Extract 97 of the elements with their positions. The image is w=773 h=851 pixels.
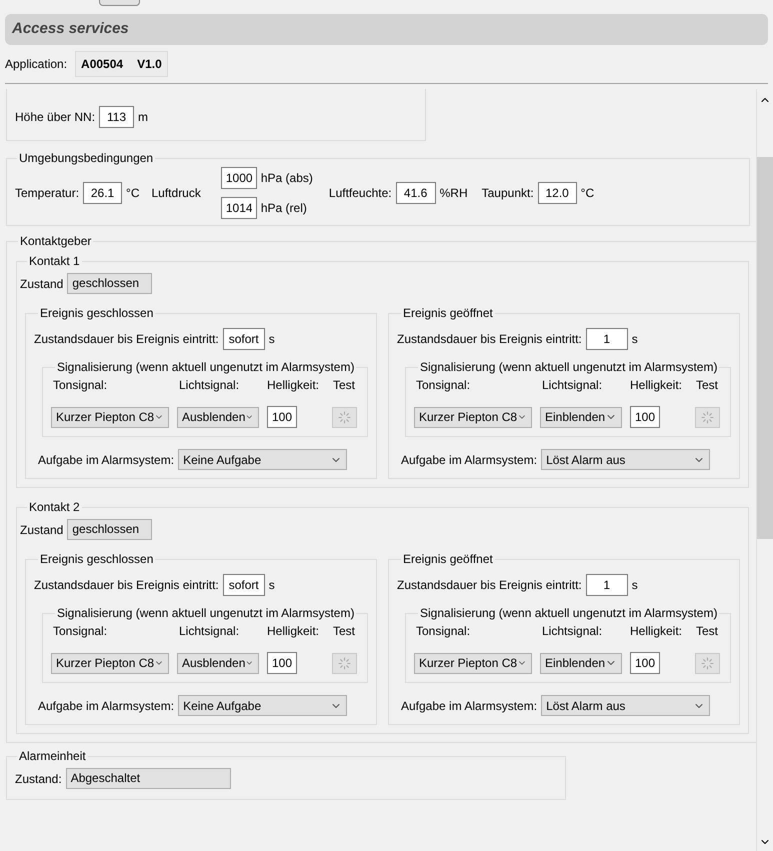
unit-label: s <box>632 577 638 594</box>
loader-icon <box>338 656 350 670</box>
column-label: Test <box>332 377 356 394</box>
test-button[interactable] <box>332 406 356 428</box>
brightness-field[interactable]: 100 <box>630 652 660 674</box>
field-label: Aufgabe im Alarmsystem: <box>401 698 538 714</box>
unit-label: hPa (abs) <box>260 170 313 187</box>
dropdown[interactable]: Kurzer Piepton C8 <box>414 406 532 428</box>
field-label: Luftdruck <box>152 185 201 202</box>
column-label: Helligkeit: <box>630 377 684 394</box>
dropdown[interactable]: Ausblenden <box>177 406 259 428</box>
test-button[interactable] <box>694 652 720 674</box>
group-title: Umgebungsbedingungen <box>18 150 154 167</box>
group-title: Signalisierung (wenn aktuell ungenutzt im Alarmsystem) <box>419 605 718 622</box>
brightness-field[interactable]: 100 <box>630 406 660 428</box>
loader-icon <box>700 410 714 424</box>
unit-label: s <box>632 331 638 348</box>
unit-label: °C <box>580 185 594 202</box>
input-field[interactable]: 41.6 <box>396 182 436 204</box>
field-label: Zustandsdauer bis Ereignis eintritt: <box>397 331 582 348</box>
column-label: Helligkeit: <box>630 623 684 640</box>
application-code: A00504 <box>81 56 124 73</box>
dropdown[interactable]: Ausblenden <box>177 652 259 674</box>
column-label: Lichtsignal: <box>178 623 240 640</box>
readonly-field: geschlossen <box>67 273 152 294</box>
group-title: Signalisierung (wenn aktuell ungenutzt im Alarmsystem) <box>56 359 356 376</box>
loader-icon <box>338 410 350 424</box>
test-button[interactable] <box>332 652 356 674</box>
unit-label: s <box>268 331 275 348</box>
column-label: Helligkeit: <box>267 623 320 640</box>
group-title: Ereignis geöffnet <box>402 551 494 568</box>
field-label: Temperatur: <box>15 185 80 202</box>
group-title: Ereignis geschlossen <box>39 305 154 322</box>
field-label: Höhe über NN: <box>15 108 96 126</box>
dropdown[interactable]: Löst Alarm aus <box>541 449 710 470</box>
column-label: Lichtsignal: <box>541 623 604 640</box>
field-label: Zustandsdauer bis Ereignis eintritt: <box>397 577 582 594</box>
field-label: Zustandsdauer bis Ereignis eintritt: <box>34 577 219 594</box>
input-field[interactable]: 113 <box>99 106 134 128</box>
application-version: V1.0 <box>137 56 162 73</box>
input-field[interactable]: 1000 <box>220 167 257 189</box>
field-label: Taupunkt: <box>482 185 534 202</box>
input-field[interactable]: 12.0 <box>538 182 577 204</box>
unit-label: hPa (rel) <box>260 200 307 217</box>
dropdown[interactable]: Einblenden <box>540 406 622 428</box>
input-field[interactable]: 26.1 <box>83 182 122 204</box>
dropdown[interactable]: Kurzer Piepton C8 <box>51 652 169 674</box>
unit-label: °C <box>126 185 140 202</box>
column-label: Test <box>332 623 356 640</box>
column-label: Tonsignal: <box>52 623 108 640</box>
brightness-field[interactable]: 100 <box>267 406 297 428</box>
input-field[interactable]: 1 <box>586 328 628 350</box>
column-label: Tonsignal: <box>52 377 108 394</box>
field-label: Zustand: <box>15 770 62 788</box>
group-title: Kontakt 2 <box>28 499 81 516</box>
field-label: Aufgabe im Alarmsystem: <box>401 452 538 468</box>
group-title: Kontaktgeber <box>19 233 92 250</box>
unit-label: m <box>138 108 148 126</box>
group-title: Signalisierung (wenn aktuell ungenutzt im Alarmsystem) <box>419 359 718 376</box>
readonly-field: geschlossen <box>67 519 152 540</box>
dropdown[interactable]: Einblenden <box>540 652 622 674</box>
unit-label: %RH <box>440 185 468 202</box>
group-title: Ereignis geöffnet <box>402 305 494 322</box>
column-label: Lichtsignal: <box>178 377 240 394</box>
readonly-field: Abgeschaltet <box>66 768 231 789</box>
field-label: Zustand <box>20 522 64 538</box>
group-title: Alarmeinheit <box>18 748 87 765</box>
input-field[interactable]: 1 <box>586 574 628 596</box>
dropdown[interactable]: Keine Aufgabe <box>178 449 348 470</box>
dropdown[interactable]: Löst Alarm aus <box>541 695 710 716</box>
group-title: Signalisierung (wenn aktuell ungenutzt im Alarmsystem) <box>56 605 356 622</box>
loader-icon <box>700 656 714 670</box>
column-label: Tonsignal: <box>415 377 472 394</box>
field-label: Zustand <box>20 276 64 292</box>
field-label: Application: <box>5 56 68 73</box>
dropdown[interactable]: Kurzer Piepton C8 <box>51 406 169 428</box>
scrollbar-thumb[interactable] <box>756 157 773 539</box>
unit-label: s <box>268 577 275 594</box>
header-title: Access services <box>12 19 129 40</box>
field-label: Aufgabe im Alarmsystem: <box>38 452 174 468</box>
field-label: Aufgabe im Alarmsystem: <box>38 698 174 714</box>
dropdown[interactable]: Kurzer Piepton C8 <box>414 652 532 674</box>
column-label: Test <box>694 623 719 640</box>
input-field[interactable]: sofort <box>222 328 265 350</box>
brightness-field[interactable]: 100 <box>267 652 297 674</box>
column-label: Test <box>694 377 719 394</box>
dropdown[interactable]: Keine Aufgabe <box>178 695 348 716</box>
field-label: Zustandsdauer bis Ereignis eintritt: <box>34 331 219 348</box>
column-label: Tonsignal: <box>415 623 472 640</box>
test-button[interactable] <box>694 406 720 428</box>
column-label: Helligkeit: <box>267 377 320 394</box>
field-label: Luftfeuchte: <box>328 185 392 202</box>
input-field[interactable]: 1014 <box>220 197 257 219</box>
input-field[interactable]: sofort <box>222 574 265 596</box>
group-title: Kontakt 1 <box>28 253 81 270</box>
column-label: Lichtsignal: <box>541 377 604 394</box>
group-title: Ereignis geschlossen <box>39 551 154 568</box>
